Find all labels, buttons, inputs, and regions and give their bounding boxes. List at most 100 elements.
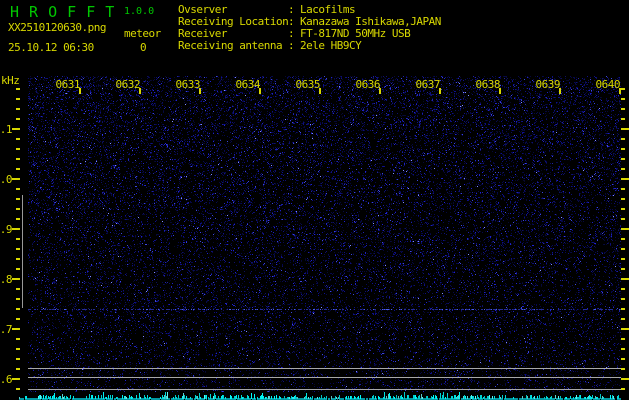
time-tick-label: 0634 bbox=[235, 78, 261, 91]
freq-minor-tick-left bbox=[16, 318, 20, 320]
reference-line bbox=[28, 389, 621, 390]
freq-major-tick-left bbox=[12, 228, 20, 230]
freq-minor-tick-right bbox=[621, 358, 625, 360]
time-tick bbox=[79, 88, 81, 94]
freq-tick-label: 0.9 bbox=[0, 223, 13, 236]
freq-tick-label: 1.0 bbox=[0, 173, 13, 186]
freq-minor-tick-right bbox=[621, 118, 625, 120]
freq-minor-tick-right bbox=[621, 348, 625, 350]
freq-minor-tick-left bbox=[16, 118, 20, 120]
freq-minor-tick-right bbox=[621, 248, 625, 250]
freq-minor-tick-left bbox=[16, 248, 20, 250]
freq-minor-tick-right bbox=[621, 98, 625, 100]
freq-major-tick-right bbox=[621, 128, 629, 130]
freq-minor-tick-left bbox=[16, 218, 20, 220]
freq-minor-tick-left bbox=[16, 158, 20, 160]
freq-minor-tick-right bbox=[621, 238, 625, 240]
freq-minor-tick-left bbox=[16, 98, 20, 100]
freq-minor-tick-right bbox=[621, 108, 625, 110]
time-tick-label: 0638 bbox=[475, 78, 501, 91]
freq-minor-tick-right bbox=[621, 308, 625, 310]
freq-minor-tick-right bbox=[621, 188, 625, 190]
freq-major-tick-right bbox=[621, 328, 629, 330]
freq-minor-tick-left bbox=[16, 108, 20, 110]
time-tick bbox=[439, 88, 441, 94]
freq-major-tick-right bbox=[621, 378, 629, 380]
info-separator: : bbox=[288, 39, 295, 52]
time-tick-label: 0635 bbox=[295, 78, 321, 91]
freq-minor-tick-left bbox=[16, 188, 20, 190]
freq-minor-tick-left bbox=[16, 308, 20, 310]
freq-minor-tick-left bbox=[16, 358, 20, 360]
freq-minor-tick-right bbox=[621, 148, 625, 150]
time-tick bbox=[499, 88, 501, 94]
time-tick-label: 0640 bbox=[595, 78, 621, 91]
freq-tick-label: 0.8 bbox=[0, 273, 13, 286]
freq-minor-tick-left bbox=[16, 198, 20, 200]
freq-major-tick-left bbox=[12, 328, 20, 330]
reference-line bbox=[28, 368, 621, 369]
freq-minor-tick-right bbox=[621, 288, 625, 290]
time-tick bbox=[319, 88, 321, 94]
freq-minor-tick-right bbox=[621, 338, 625, 340]
freq-tick-label: 0.6 bbox=[0, 373, 13, 386]
app-version: 1.0.0 bbox=[124, 6, 155, 17]
freq-minor-tick-right bbox=[621, 258, 625, 260]
freq-tick-label: 1.1 bbox=[0, 123, 13, 136]
freq-minor-tick-right bbox=[621, 268, 625, 270]
freq-major-tick-right bbox=[621, 178, 629, 180]
freq-minor-tick-left bbox=[16, 168, 20, 170]
output-filename: XX2510120630.png bbox=[8, 21, 106, 34]
freq-minor-tick-left bbox=[16, 298, 20, 300]
freq-minor-tick-right bbox=[621, 218, 625, 220]
info-row: Receiving antenna:2ele HB9CY bbox=[178, 40, 618, 52]
time-tick bbox=[259, 88, 261, 94]
freq-major-tick-left bbox=[12, 128, 20, 130]
time-tick bbox=[199, 88, 201, 94]
reference-line bbox=[28, 377, 621, 378]
freq-minor-tick-right bbox=[621, 138, 625, 140]
freq-minor-tick-left bbox=[16, 348, 20, 350]
time-tick-label: 0637 bbox=[415, 78, 441, 91]
time-tick-label: 0633 bbox=[175, 78, 201, 91]
freq-minor-tick-left bbox=[16, 208, 20, 210]
freq-major-tick-left bbox=[12, 378, 20, 380]
time-tick-label: 0631 bbox=[55, 78, 81, 91]
meteor-count-value: 0 bbox=[140, 41, 147, 54]
app-title: H R O F F T bbox=[10, 3, 115, 21]
freq-major-tick-right bbox=[621, 228, 629, 230]
freq-minor-tick-left bbox=[16, 138, 20, 140]
timestamp: 25.10.12 06:30 bbox=[8, 41, 94, 54]
freq-minor-tick-right bbox=[621, 298, 625, 300]
freq-minor-tick-right bbox=[621, 318, 625, 320]
time-tick bbox=[559, 88, 561, 94]
info-label: Receiving antenna bbox=[178, 39, 283, 52]
time-tick-label: 0636 bbox=[355, 78, 381, 91]
freq-minor-tick-right bbox=[621, 208, 625, 210]
freq-axis-unit-label: kHz bbox=[1, 74, 20, 87]
freq-minor-tick-left bbox=[16, 268, 20, 270]
info-value: 2ele HB9CY bbox=[300, 39, 362, 52]
freq-minor-tick-right bbox=[621, 368, 625, 370]
spectrogram-canvas bbox=[28, 76, 621, 392]
freq-minor-tick-left bbox=[16, 288, 20, 290]
freq-minor-tick-left bbox=[16, 338, 20, 340]
freq-minor-tick-right bbox=[621, 198, 625, 200]
time-tick bbox=[379, 88, 381, 94]
freq-minor-tick-right bbox=[621, 158, 625, 160]
time-tick-label: 0639 bbox=[535, 78, 561, 91]
freq-minor-tick-right bbox=[621, 388, 625, 390]
signal-level-strip-canvas bbox=[19, 392, 622, 400]
freq-minor-tick-left bbox=[16, 258, 20, 260]
freq-minor-tick-right bbox=[621, 88, 625, 90]
freq-major-tick-left bbox=[12, 178, 20, 180]
time-tick bbox=[139, 88, 141, 94]
freq-minor-tick-left bbox=[16, 88, 20, 90]
meteor-count-label: meteor bbox=[124, 27, 161, 40]
freq-minor-tick-left bbox=[16, 148, 20, 150]
freq-major-tick-right bbox=[621, 278, 629, 280]
freq-minor-tick-left bbox=[16, 388, 20, 390]
hrofft-window: H R O F F T 1.0.0 XX2510120630.png meteo… bbox=[0, 0, 629, 400]
time-tick-label: 0632 bbox=[115, 78, 141, 91]
freq-minor-tick-left bbox=[16, 238, 20, 240]
